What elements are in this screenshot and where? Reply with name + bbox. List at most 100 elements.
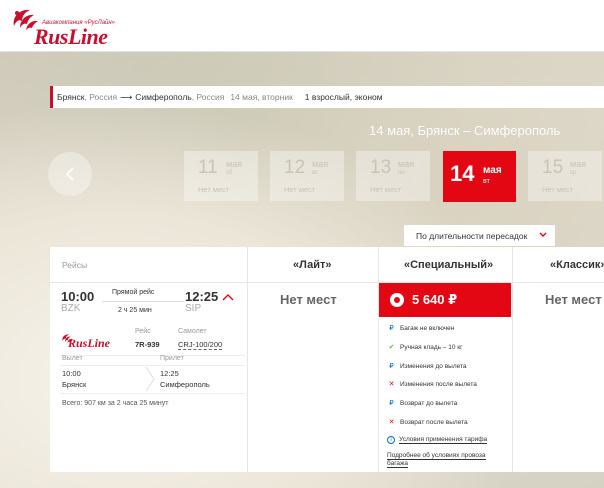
classic-no-seats: Нет мест (545, 292, 602, 307)
chevron-right-icon (145, 366, 155, 392)
date-month: мая (570, 159, 587, 169)
table-header: Рейсы «Лайт» «Специальный» «Классик» (50, 247, 604, 283)
feature-refund-before: ₽ Возврат до вылета (387, 399, 458, 408)
date-weekday: сб (226, 170, 233, 176)
from-city: Брянск (57, 92, 85, 102)
tariff-classic-header: «Классик» (550, 259, 604, 271)
top-bar: Авиакомпания «РусЛайн» RusLine (0, 0, 604, 52)
feature-text: Возврат до вылета (400, 399, 458, 407)
date-availability: Нет мест (370, 185, 402, 194)
feature-text: Изменения после вылета (400, 380, 477, 388)
date-availability: Нет мест (284, 185, 316, 194)
arrival-detail-city: Симферополь (160, 380, 210, 389)
flight-type: Прямой рейс (112, 289, 155, 296)
divider (60, 355, 245, 356)
lite-no-seats: Нет мест (280, 292, 337, 307)
rusline-logo[interactable]: Авиакомпания «РусЛайн» RusLine (8, 4, 128, 49)
flight-duration: 2 ч 25 мин (118, 307, 152, 314)
flight-number-label: Рейс (135, 328, 151, 335)
arrival-detail-time: 12:25 (160, 369, 179, 378)
chevron-up-icon[interactable] (221, 292, 235, 302)
from-country: Россия (89, 92, 118, 102)
departure-detail-time: 10:00 (62, 369, 81, 378)
airline-logo: RusLine (60, 332, 124, 352)
date-weekday: вт (483, 178, 490, 185)
baggage-link-text[interactable]: багажа (387, 460, 408, 468)
info-icon: i (387, 436, 395, 444)
radio-selected-icon[interactable] (390, 293, 404, 307)
date-card-13[interactable]: 13 мая пн Нет мест (356, 151, 430, 201)
feature-change-before: ₽ Изменения до вылета (387, 362, 467, 371)
search-passengers: 1 взрослый, эконом (304, 92, 383, 102)
chevron-down-icon (539, 232, 547, 237)
date-month: мая (226, 159, 243, 169)
arrival-time: 12:25 (185, 289, 219, 304)
feature-baggage: ₽ Багаж не включен (387, 324, 455, 333)
ruble-icon: ₽ (389, 400, 394, 407)
search-date: 14 мая, вторник (230, 92, 293, 102)
total-distance: Всего: 907 км за 2 часа 25 минут (62, 400, 169, 407)
prev-dates-button[interactable] (48, 152, 92, 196)
date-card-12[interactable]: 12 мая вс Нет мест (270, 151, 344, 201)
date-availability: Нет мест (198, 185, 230, 194)
date-card-11[interactable]: 11 мая сб Нет мест (184, 151, 258, 201)
sort-label: По длительности пересадок (416, 230, 528, 241)
flights-header: Рейсы (62, 260, 88, 270)
date-month: мая (483, 165, 502, 176)
tariff-special-header: «Специальный» (404, 259, 494, 271)
airline-wordmark: RusLine (68, 336, 111, 350)
date-day: 13 (370, 157, 392, 178)
date-card-15[interactable]: 15 мая ср Нет мест (528, 151, 602, 201)
date-weekday: ср (570, 170, 577, 176)
route-line (102, 301, 184, 302)
feature-hand-luggage: ✔ Ручная кладь – 10 кг (387, 343, 463, 352)
arrival-code: SIP (185, 303, 202, 314)
baggage-info-link[interactable]: Подробнее об условиях провоза багажа (387, 452, 486, 468)
divider (60, 393, 245, 394)
feature-text: Возврат после вылета (400, 418, 468, 426)
sort-dropdown[interactable]: По длительности пересадок (404, 225, 555, 246)
special-fare-price: 5 640 ₽ (412, 292, 458, 307)
arrow-right-icon: ⟶ (120, 91, 133, 102)
fare-rules-text[interactable]: Условия применения тарифа (399, 436, 488, 444)
results-table: Рейсы «Лайт» «Специальный» «Классик» 10:… (50, 247, 604, 472)
feature-text: Багаж не включен (400, 324, 455, 332)
chevron-left-icon (65, 167, 74, 181)
departure-detail-city: Брянск (62, 380, 87, 389)
checkmark-icon: ✔ (388, 344, 395, 351)
ruble-icon: ₽ (389, 325, 394, 332)
cross-icon: ✕ (388, 381, 395, 388)
date-card-14-selected[interactable]: 14 мая вт (443, 151, 516, 202)
departure-code: BZK (61, 303, 81, 314)
date-availability: Нет мест (542, 185, 574, 194)
logo-wordmark: RusLine (34, 24, 108, 49)
arrival-label: Прилет (160, 355, 184, 362)
aircraft-label: Самолет (178, 328, 207, 335)
date-day: 14 (450, 161, 475, 186)
departure-label: Вылет (62, 355, 83, 362)
feature-text: Ручная кладь – 10 кг (400, 343, 463, 351)
departure-time: 10:00 (61, 289, 95, 304)
aircraft-link[interactable]: CRJ-100/200 (178, 340, 223, 350)
cross-icon: ✕ (388, 419, 395, 426)
flight-number: 7R-939 (135, 340, 160, 349)
date-day: 11 (198, 157, 218, 178)
search-summary-bar[interactable]: Брянск, Россия ⟶ Симферополь, Россия 14 … (50, 86, 604, 108)
tariff-lite-header: «Лайт» (293, 259, 332, 271)
feature-change-after: ✕ Изменения после вылета (387, 380, 477, 389)
date-day: 12 (284, 157, 306, 178)
to-country: Россия (196, 92, 225, 102)
to-city: Симферополь (135, 92, 192, 102)
route-title: 14 мая, Брянск – Симферополь (369, 123, 561, 138)
date-weekday: пн (398, 170, 405, 176)
date-month: мая (312, 159, 329, 169)
date-day: 15 (542, 157, 564, 178)
fare-rules-link[interactable]: i Условия применения тарифа (387, 436, 488, 444)
baggage-link-text[interactable]: Подробнее об условиях провоза (387, 452, 486, 460)
ruble-icon: ₽ (389, 363, 394, 370)
feature-text: Изменения до вылета (400, 362, 467, 370)
date-month: мая (398, 159, 415, 169)
special-fare-select[interactable]: 5 640 ₽ (379, 283, 511, 317)
date-weekday: вс (312, 170, 319, 176)
feature-refund-after: ✕ Возврат после вылета (387, 418, 468, 427)
